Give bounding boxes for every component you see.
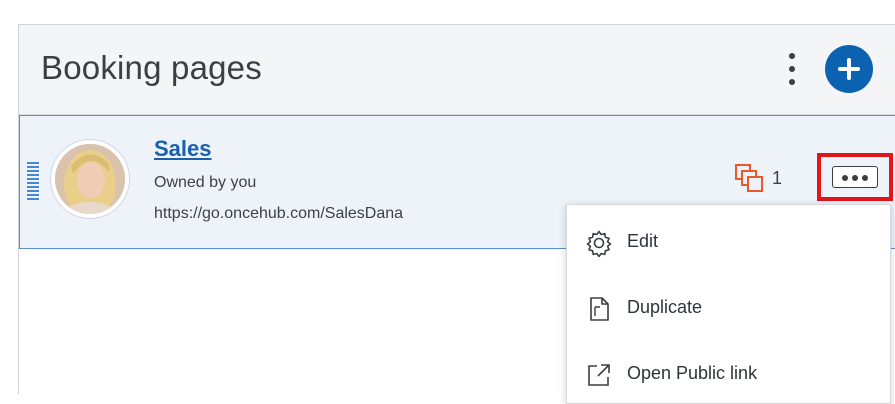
add-booking-page-button[interactable] [825,45,873,93]
menu-item-edit[interactable]: Edit [567,211,890,271]
avatar [51,140,129,218]
menu-item-duplicate[interactable]: Duplicate [567,277,890,337]
menu-item-label: Duplicate [627,297,703,317]
avatar-image [55,144,125,214]
copies-icon [735,164,763,192]
panel-header: Booking pages [19,25,895,115]
public-url-text: https://go.oncehub.com/SalesDana [154,205,404,222]
drag-handle-icon[interactable] [27,162,39,202]
context-menu: Edit Duplicate Open Public link [566,204,891,404]
menu-item-label: Edit [627,231,659,251]
external-link-icon [588,364,610,386]
copies-count: 1 [772,168,783,188]
page-title: Booking pages [41,49,262,86]
more-options-icon[interactable] [785,53,799,87]
menu-item-label: Open Public link [627,363,758,383]
document-icon [590,297,609,321]
gear-icon [586,230,612,257]
menu-item-open-public-link[interactable]: Open Public link [567,343,890,403]
booking-page-name-link[interactable]: Sales [154,136,212,162]
owner-text: Owned by you [154,174,257,191]
more-actions-button[interactable] [832,166,878,188]
